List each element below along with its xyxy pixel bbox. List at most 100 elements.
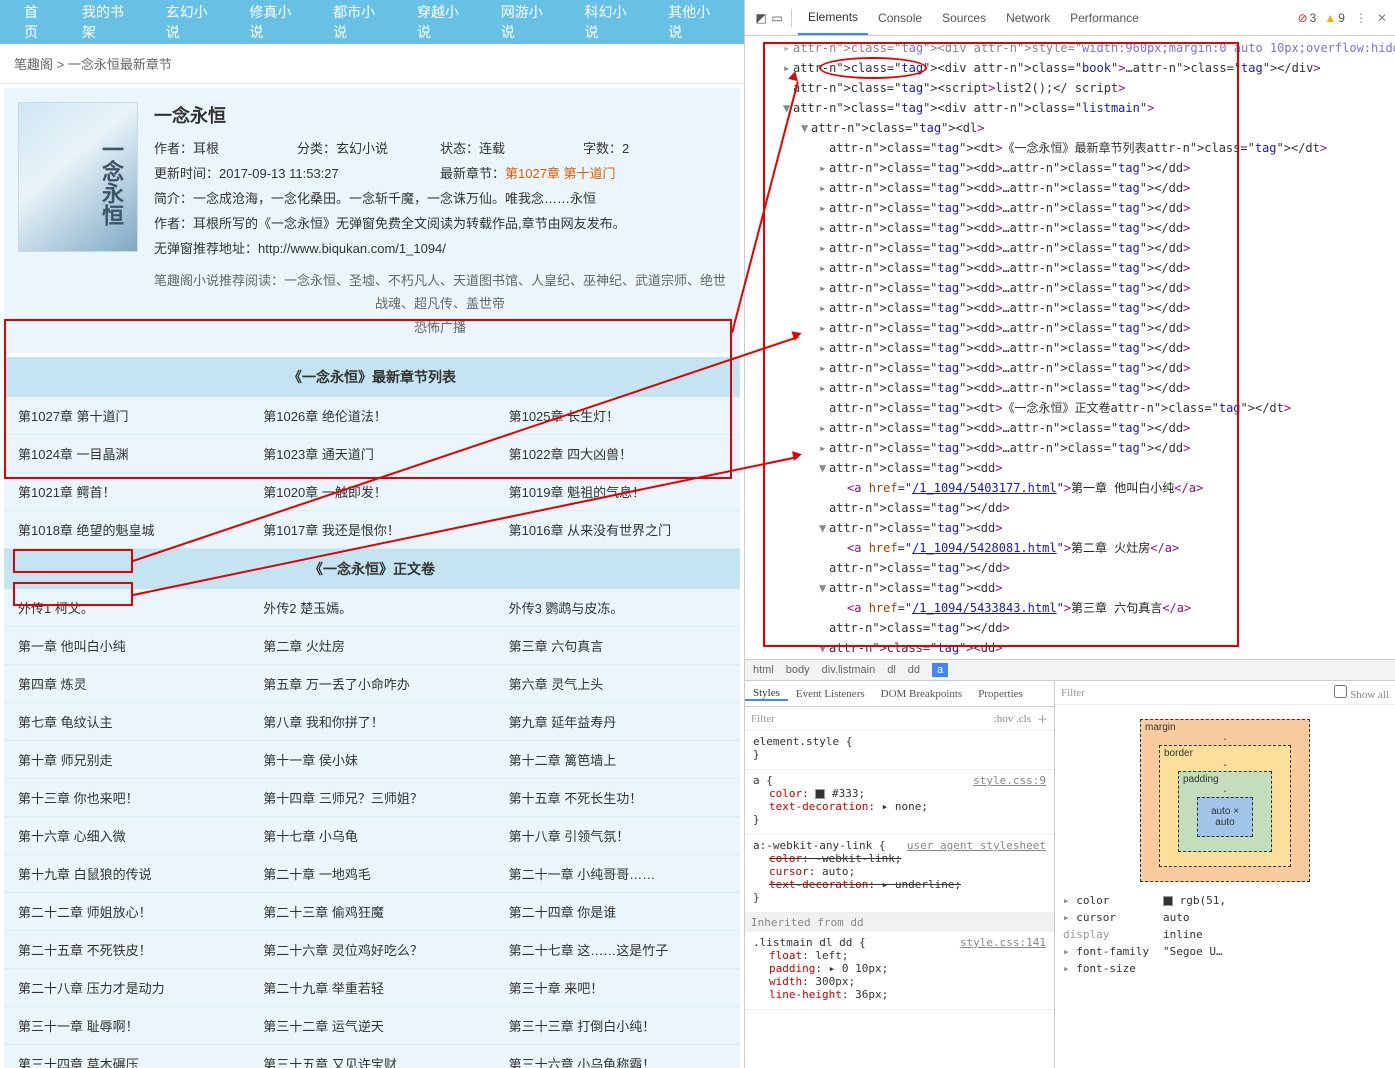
devtools-tab[interactable]: Sources bbox=[932, 0, 996, 35]
style-rule[interactable]: user agent stylesheeta:-webkit-any-link … bbox=[745, 835, 1054, 913]
chapter-link[interactable]: 第1023章 通天道门 bbox=[249, 435, 494, 473]
style-rule[interactable]: style.css:9a {color: #333;text-decoratio… bbox=[745, 770, 1054, 835]
hov-cls[interactable]: :hov .cls bbox=[994, 713, 1031, 725]
dom-node[interactable]: attr-n">class="tag"><dt>《一念永恒》最新章节列表attr… bbox=[745, 138, 1395, 158]
dom-node[interactable]: <a href="/1_1094/5433843.html">第三章 六句真言<… bbox=[745, 598, 1395, 618]
chapter-link[interactable]: 第1022章 四大凶兽！ bbox=[495, 435, 740, 473]
chapter-link[interactable]: 第1026章 绝伦道法！ bbox=[249, 397, 494, 435]
crumb[interactable]: dl bbox=[887, 664, 896, 676]
dom-node[interactable]: <a href="/1_1094/5428081.html">第二章 火灶房</… bbox=[745, 538, 1395, 558]
chapter-link[interactable]: 第八章 我和你拼了！ bbox=[249, 703, 494, 741]
dom-node[interactable]: ▸attr-n">class="tag"><div attr-n">style=… bbox=[745, 38, 1395, 58]
devtools-tab[interactable]: Network bbox=[996, 0, 1060, 35]
dom-node[interactable]: ▸attr-n">class="tag"><dd>…attr-n">class=… bbox=[745, 278, 1395, 298]
styles-filter[interactable]: Filter :hov .cls ＋ bbox=[745, 707, 1054, 731]
styles-tab[interactable]: Properties bbox=[970, 688, 1031, 700]
chapter-link[interactable]: 第三章 六句真言 bbox=[495, 627, 740, 665]
chapter-link[interactable]: 第二十四章 你是谁 bbox=[495, 893, 740, 931]
inspect-icon[interactable]: ◩ bbox=[753, 10, 769, 26]
styles-tab[interactable]: DOM Breakpoints bbox=[873, 688, 971, 700]
dom-node[interactable]: attr-n">class="tag"><dt>《一念永恒》正文卷attr-n"… bbox=[745, 398, 1395, 418]
chapter-link[interactable]: 第十六章 心细入微 bbox=[4, 817, 249, 855]
chapter-link[interactable]: 第十章 师兄别走 bbox=[4, 741, 249, 779]
chapter-link[interactable]: 第四章 炼灵 bbox=[4, 665, 249, 703]
styles-tabs[interactable]: StylesEvent ListenersDOM BreakpointsProp… bbox=[745, 681, 1054, 707]
dom-node[interactable]: attr-n">class="tag"><script>list2();</ s… bbox=[745, 78, 1395, 98]
dom-node[interactable]: ▸attr-n">class="tag"><dd>…attr-n">class=… bbox=[745, 298, 1395, 318]
chapter-link[interactable]: 第三十二章 运气逆天 bbox=[249, 1007, 494, 1045]
computed-prop[interactable]: cursorauto bbox=[1063, 909, 1387, 926]
style-rule[interactable]: style.css:141.listmain dl dd {float: lef… bbox=[745, 932, 1054, 1010]
chapter-link[interactable]: 第二十二章 师姐放心！ bbox=[4, 893, 249, 931]
chapter-link[interactable]: 第三十五章 又见许宝财 bbox=[249, 1045, 494, 1068]
styles-tab[interactable]: Styles bbox=[745, 687, 788, 701]
chapter-link[interactable]: 第十五章 不死长生功！ bbox=[495, 779, 740, 817]
devtools-tab[interactable]: Console bbox=[868, 0, 932, 35]
chapter-link[interactable]: 第1020章 一触即发！ bbox=[249, 473, 494, 511]
nav-item[interactable]: 玄幻小说 bbox=[150, 2, 234, 42]
showall-checkbox[interactable] bbox=[1334, 685, 1347, 698]
dom-node[interactable]: attr-n">class="tag"></dd> bbox=[745, 558, 1395, 578]
dom-node[interactable]: ▼attr-n">class="tag"><dd> bbox=[745, 458, 1395, 478]
chapter-link[interactable]: 第一章 他叫白小纯 bbox=[4, 627, 249, 665]
chapter-link[interactable]: 第三十四章 草木碾压 bbox=[4, 1045, 249, 1068]
chapter-link[interactable]: 第十一章 侯小妹 bbox=[249, 741, 494, 779]
styles-tab[interactable]: Event Listeners bbox=[788, 688, 873, 700]
chapter-link[interactable]: 第六章 灵气上头 bbox=[495, 665, 740, 703]
dom-node[interactable]: ▸attr-n">class="tag"><dd>…attr-n">class=… bbox=[745, 318, 1395, 338]
style-rule[interactable]: element.style {} bbox=[745, 731, 1054, 770]
chapter-link[interactable]: 第三十三章 打倒白小纯！ bbox=[495, 1007, 740, 1045]
chapter-link[interactable]: 第三十章 来吧！ bbox=[495, 969, 740, 1007]
chapter-link[interactable]: 第二章 火灶房 bbox=[249, 627, 494, 665]
chapter-link[interactable]: 第1025章 长生灯！ bbox=[495, 397, 740, 435]
nav-item[interactable]: 都市小说 bbox=[317, 2, 401, 42]
chapter-link[interactable]: 第十四章 三师兄？三师姐？ bbox=[249, 779, 494, 817]
dom-breadcrumb[interactable]: htmlbodydiv.listmaindldda bbox=[745, 659, 1395, 681]
chapter-link[interactable]: 外传1 柯父。 bbox=[4, 589, 249, 627]
crumb[interactable]: a bbox=[932, 663, 948, 677]
nav-item[interactable]: 首页 bbox=[8, 2, 66, 42]
chapter-link[interactable]: 外传3 鹦鹉与皮冻。 bbox=[495, 589, 740, 627]
chapter-link[interactable]: 第二十五章 不死铁皮！ bbox=[4, 931, 249, 969]
nav-item[interactable]: 穿越小说 bbox=[401, 2, 485, 42]
chapter-link[interactable]: 第十七章 小乌龟 bbox=[249, 817, 494, 855]
devtools-tab[interactable]: Elements bbox=[798, 0, 868, 35]
chapter-link[interactable]: 第三十一章 耻辱啊！ bbox=[4, 1007, 249, 1045]
crumb[interactable]: html bbox=[753, 664, 774, 676]
computed-prop[interactable]: displayinline bbox=[1063, 926, 1387, 943]
dom-node[interactable]: ▸attr-n">class="tag"><dd>…attr-n">class=… bbox=[745, 418, 1395, 438]
devtools-tab[interactable]: Performance bbox=[1060, 0, 1149, 35]
nav-item[interactable]: 修真小说 bbox=[233, 2, 317, 42]
chapter-link[interactable]: 第1021章 鳄首！ bbox=[4, 473, 249, 511]
chapter-link[interactable]: 外传2 楚玉嫣。 bbox=[249, 589, 494, 627]
nav-item[interactable]: 科幻小说 bbox=[568, 2, 652, 42]
computed-filter[interactable]: Filter Show all bbox=[1055, 681, 1395, 705]
crumb[interactable]: body bbox=[786, 664, 810, 676]
chapter-link[interactable]: 第十八章 引领气氛！ bbox=[495, 817, 740, 855]
chapter-link[interactable]: 第二十七章 这……这是竹子 bbox=[495, 931, 740, 969]
chapter-link[interactable]: 第二十六章 灵位鸡好吃么？ bbox=[249, 931, 494, 969]
dom-tree[interactable]: ▸attr-n">class="tag"><div attr-n">style=… bbox=[745, 36, 1395, 659]
dom-node[interactable]: <a href="/1_1094/5403177.html">第一章 他叫白小纯… bbox=[745, 478, 1395, 498]
chapter-link[interactable]: 第二十九章 举重若轻 bbox=[249, 969, 494, 1007]
nav-item[interactable]: 我的书架 bbox=[66, 2, 150, 42]
chapter-link[interactable]: 第1018章 绝望的魁皇城 bbox=[4, 511, 249, 549]
dom-node[interactable]: ▸attr-n">class="tag"><dd>…attr-n">class=… bbox=[745, 258, 1395, 278]
dom-node[interactable]: ▸attr-n">class="tag"><dd>…attr-n">class=… bbox=[745, 238, 1395, 258]
chapter-link[interactable]: 第二十章 一地鸡毛 bbox=[249, 855, 494, 893]
dom-node[interactable]: ▸attr-n">class="tag"><dd>…attr-n">class=… bbox=[745, 178, 1395, 198]
dom-node[interactable]: ▼attr-n">class="tag"><div attr-n">class=… bbox=[745, 98, 1395, 118]
computed-prop[interactable]: font-family"Segoe U… bbox=[1063, 943, 1387, 960]
chapter-link[interactable]: 第1027章 第十道门 bbox=[4, 397, 249, 435]
dom-node[interactable]: attr-n">class="tag"></dd> bbox=[745, 618, 1395, 638]
crumb[interactable]: div.listmain bbox=[822, 664, 876, 676]
chapter-link[interactable]: 第十三章 你也来吧！ bbox=[4, 779, 249, 817]
nav-item[interactable]: 其他小说 bbox=[652, 2, 736, 42]
dom-node[interactable]: ▼attr-n">class="tag"><dd> bbox=[745, 518, 1395, 538]
dom-node[interactable]: ▸attr-n">class="tag"><dd>…attr-n">class=… bbox=[745, 438, 1395, 458]
chapter-link[interactable]: 第十九章 白鼠狼的传说 bbox=[4, 855, 249, 893]
computed-prop[interactable]: font-size bbox=[1063, 960, 1387, 977]
chapter-link[interactable]: 第1019章 魁祖的气息！ bbox=[495, 473, 740, 511]
chapter-link[interactable]: 第九章 延年益寿丹 bbox=[495, 703, 740, 741]
chapter-link[interactable]: 第三十六章 小乌龟称霸！ bbox=[495, 1045, 740, 1068]
